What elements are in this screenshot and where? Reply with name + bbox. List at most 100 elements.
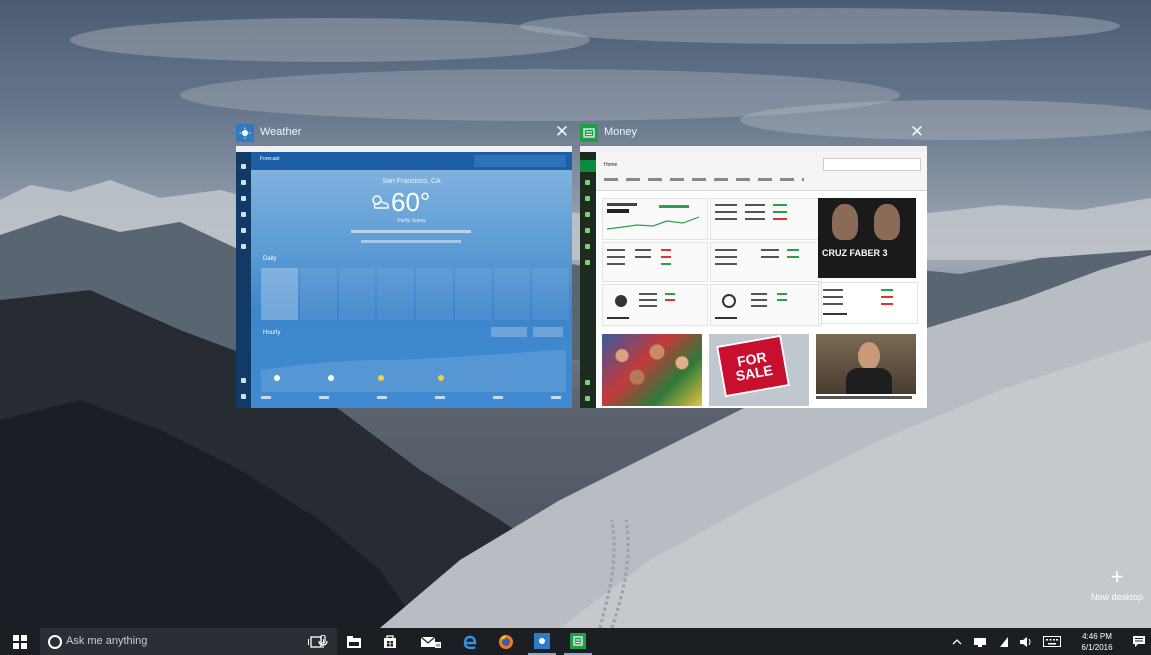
details-button (533, 327, 563, 337)
crowd-photo (602, 334, 702, 406)
day-card (338, 268, 376, 320)
day-card (454, 268, 492, 320)
network-icon (974, 637, 986, 647)
day-card (532, 268, 569, 320)
search-box[interactable]: Ask me anything (40, 628, 337, 655)
power-icon (1000, 636, 1008, 647)
fighter-figure (832, 204, 858, 240)
action-center-button[interactable] (1128, 628, 1150, 655)
news-promo-image: CRUZ FABER 3 (818, 198, 916, 278)
system-clock[interactable]: 4:46 PM 6/1/2016 (1072, 631, 1122, 653)
thumbnail-header: Weather ✕ (236, 122, 572, 146)
day-card (377, 268, 414, 320)
window-title: Money (604, 126, 638, 138)
new-desktop-button[interactable]: + New desktop (1086, 564, 1148, 603)
money-app-icon (570, 632, 586, 649)
chevron-up-icon (952, 639, 962, 645)
taskbar-app-money[interactable] (564, 628, 592, 655)
partly-sunny-icon (369, 194, 391, 215)
taskbar: Ask me anything ✉ 4:46 PM 6/1/2016 (0, 628, 1151, 655)
weather-appbar: Forecast (236, 152, 572, 170)
weather-app-icon (236, 124, 254, 142)
weather-nav-rail (236, 152, 251, 408)
promo-text: CRUZ FABER 3 (822, 248, 888, 258)
thumbnail-header: Money ✕ (580, 122, 927, 146)
speaker-photo (816, 334, 916, 394)
show-hidden-icons-button[interactable] (948, 628, 966, 655)
hourly-chart (261, 350, 566, 392)
market-tile (710, 242, 822, 282)
close-icon[interactable]: ✕ (552, 122, 572, 142)
task-view-button[interactable] (302, 628, 330, 655)
taskbar-app[interactable] (340, 628, 368, 655)
appbar-label: Forecast (260, 156, 280, 162)
edge-icon (463, 635, 477, 649)
plus-icon: + (1110, 564, 1124, 589)
day-card (416, 268, 453, 320)
file-explorer-icon (347, 635, 361, 648)
clock-date: 6/1/2016 (1081, 643, 1113, 652)
weather-search-box (474, 155, 566, 167)
daily-label: Daily (263, 256, 277, 262)
hour-ticks (261, 396, 561, 402)
money-home-label: Home (604, 162, 618, 168)
keyboard-button[interactable] (1040, 628, 1064, 655)
cortana-icon (48, 635, 62, 649)
window-title: Weather (260, 126, 302, 138)
windows-logo-icon (13, 634, 27, 649)
speaker-head (858, 342, 880, 370)
fighter-figure (874, 204, 900, 240)
firefox-icon (499, 634, 513, 649)
volume-button[interactable] (1016, 628, 1036, 655)
money-tabs (604, 178, 804, 181)
svg-text:✉: ✉ (436, 643, 440, 649)
keyboard-icon (1043, 636, 1061, 647)
weather-app-preview[interactable]: Forecast San Francisco, CA 60° Partly Su… (236, 146, 572, 408)
weather-condition: Partly Sunny (397, 218, 426, 224)
weather-city: San Francisco, CA (382, 178, 441, 185)
power-button[interactable] (994, 628, 1014, 655)
news-caption (816, 396, 912, 399)
volume-icon (1020, 636, 1031, 647)
day-card (299, 268, 337, 320)
store-icon (384, 635, 396, 648)
network-button[interactable] (970, 628, 990, 655)
close-icon[interactable]: ✕ (907, 122, 927, 142)
weather-temperature: 60° (391, 187, 431, 217)
weather-details-line (351, 230, 471, 233)
summary-button (491, 327, 527, 337)
search-placeholder: Ask me anything (66, 635, 148, 647)
weather-app-icon (534, 632, 550, 649)
weather-main: San Francisco, CA 60° Partly Sunny Daily… (251, 170, 572, 408)
hourly-label: Hourly (263, 330, 281, 336)
weather-details-line (361, 240, 461, 243)
money-search-box (823, 158, 921, 171)
taskbar-app[interactable] (492, 628, 520, 655)
day-card (261, 268, 298, 320)
window-thumbnail-weather[interactable]: Weather ✕ (236, 122, 572, 146)
taskbar-app[interactable] (456, 628, 484, 655)
task-view-overlay (0, 0, 1151, 628)
taskbar-app[interactable]: ✉ (414, 628, 448, 655)
market-tile (710, 284, 822, 326)
market-tile (602, 198, 708, 240)
speaker-body (846, 368, 892, 394)
day-card (493, 268, 531, 320)
market-tiles (602, 198, 822, 326)
stock-list-tile (818, 282, 918, 324)
mail-icon: ✉ (420, 636, 441, 649)
clock-time: 4:46 PM (1082, 632, 1112, 641)
start-button[interactable] (0, 628, 40, 655)
sale-sign-text: FOR SALE (734, 348, 774, 385)
window-thumbnail-money[interactable]: Money ✕ (580, 122, 927, 146)
daily-forecast (261, 268, 569, 320)
taskbar-app[interactable] (376, 628, 404, 655)
market-tile (602, 284, 708, 326)
money-app-icon (580, 124, 598, 142)
task-view-icon (308, 635, 324, 648)
money-nav-rail (580, 152, 596, 408)
market-tile (602, 242, 708, 282)
market-tile (710, 198, 822, 240)
money-app-preview[interactable]: Home CRUZ FABER 3 FOR SALE (580, 146, 927, 408)
taskbar-app-weather[interactable] (528, 628, 556, 655)
